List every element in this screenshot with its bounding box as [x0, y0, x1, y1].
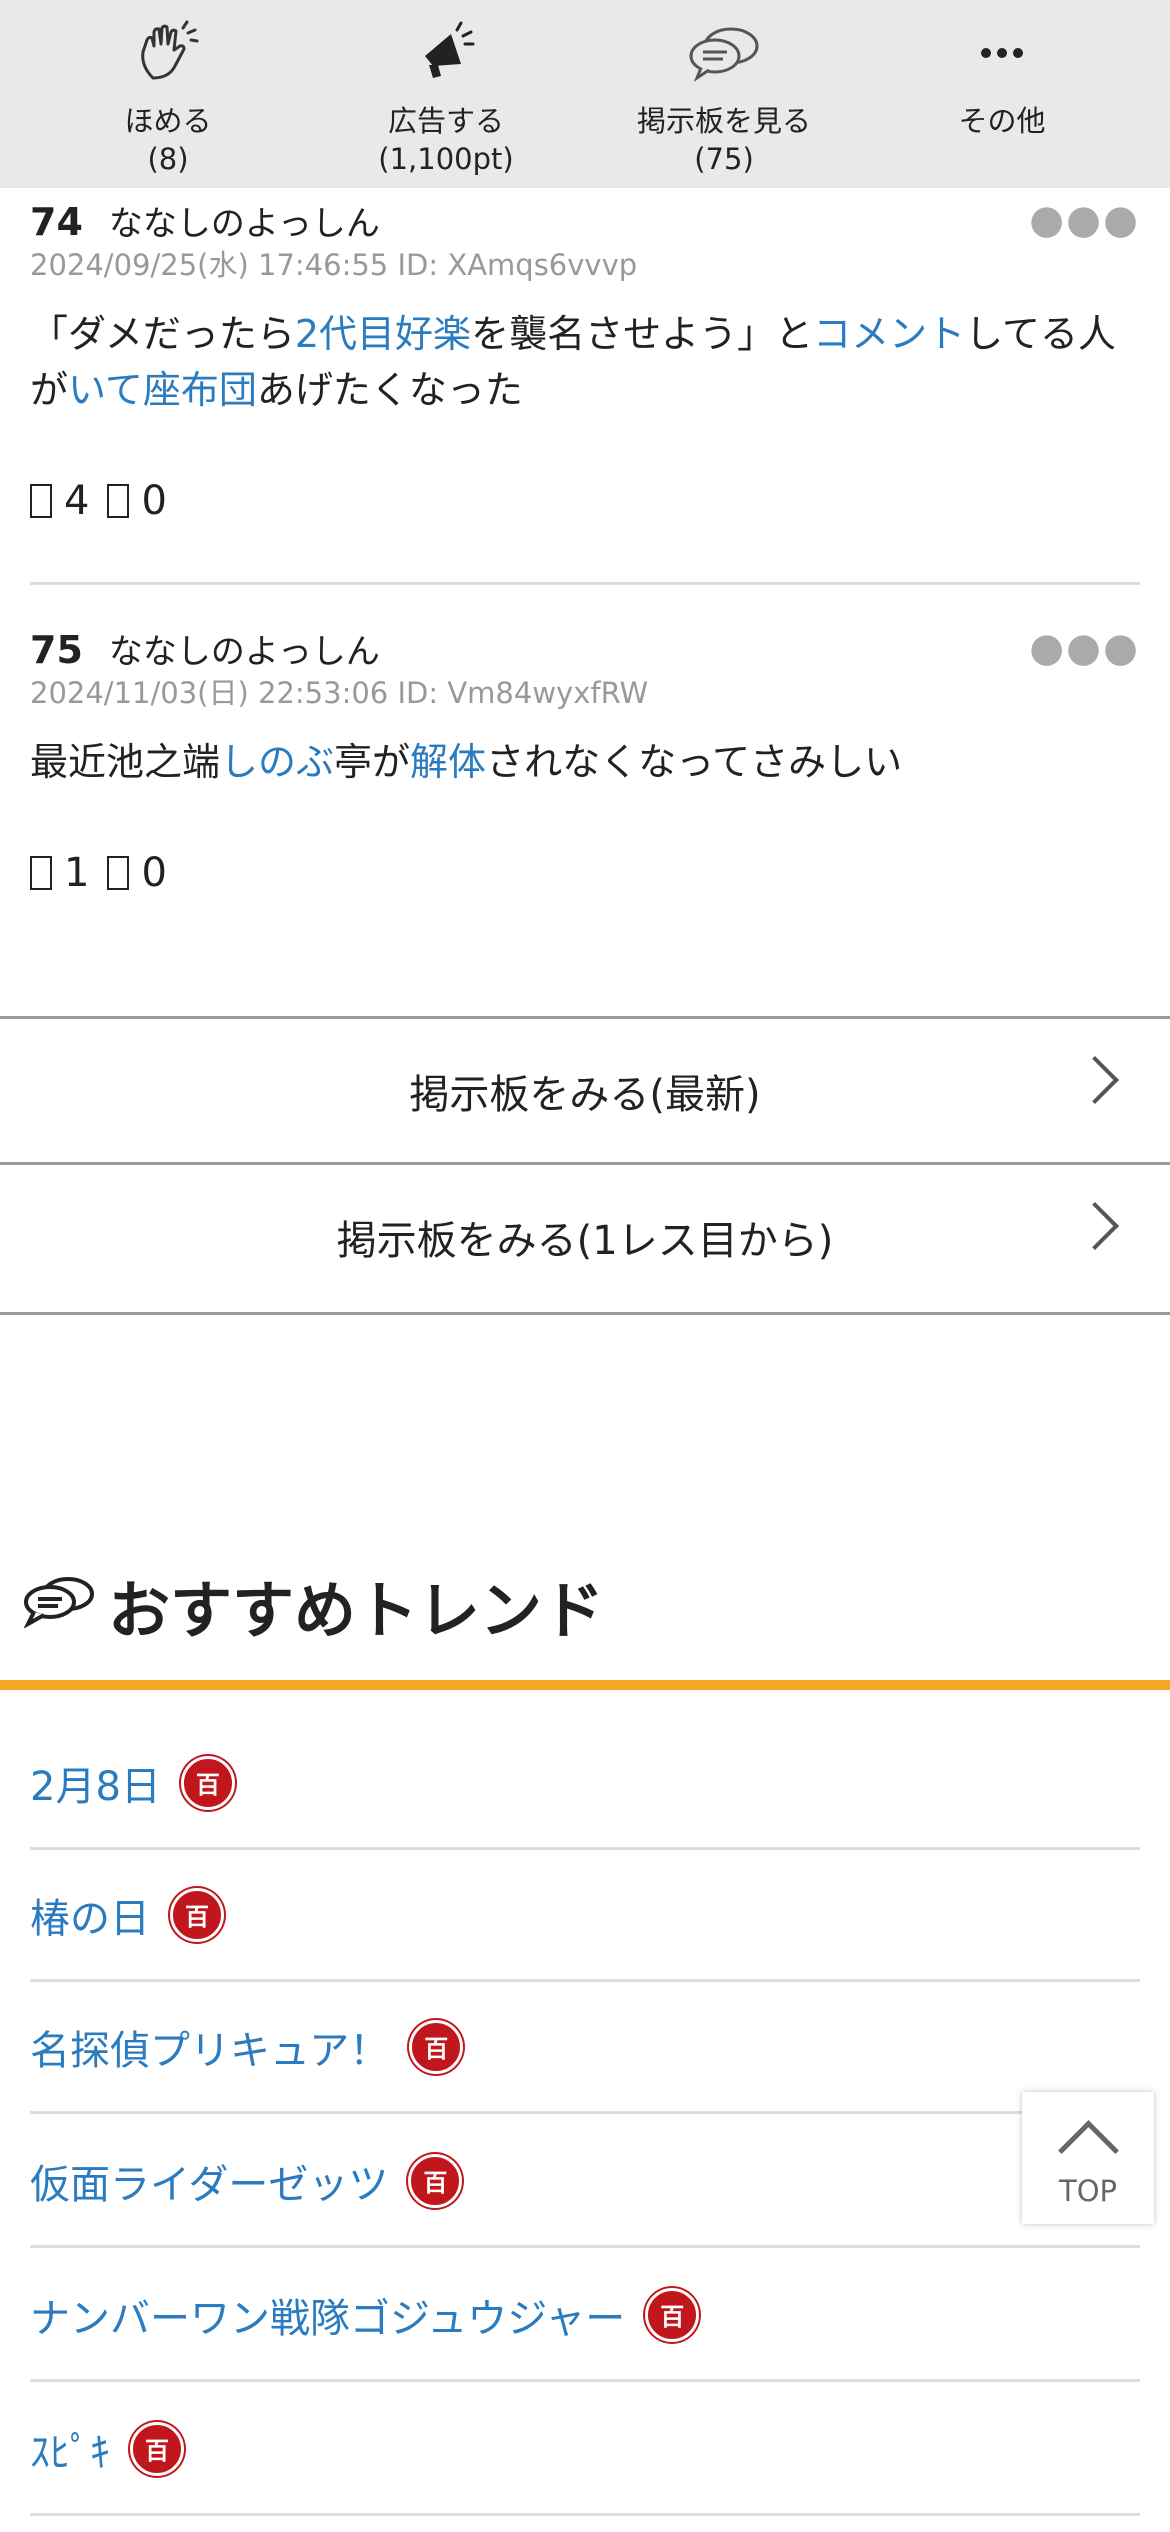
- chevron-right-icon: [1070, 1055, 1120, 1105]
- post-text: を襲名させよう」と: [471, 312, 814, 356]
- good-vote[interactable]: 1: [30, 850, 89, 896]
- bad-vote[interactable]: 0: [107, 478, 167, 524]
- post-text: 亭が: [334, 740, 411, 784]
- good-count: 1: [64, 850, 90, 896]
- praise-label: ほめる: [124, 104, 212, 138]
- trend-item[interactable]: ナンバーワン戦隊ゴジュウジャー百: [30, 2250, 1140, 2382]
- more-button[interactable]: その他: [892, 18, 1112, 140]
- clap-icon: [58, 18, 278, 88]
- advertise-count: (1,100pt): [378, 142, 514, 176]
- post-meta: 2024/09/25(水) 17:46:55 ID: XAmqs6vvvp: [30, 248, 638, 282]
- post-number: 75: [30, 628, 83, 672]
- view-board-first-button[interactable]: 掲示板をみる(1レス目から): [0, 1162, 1170, 1308]
- trend-item[interactable]: 仮面ライダーゼッツ百: [30, 2116, 1140, 2248]
- trend-item[interactable]: ｽﾋﾟｷ 百: [30, 2384, 1140, 2516]
- trend-label: 名探偵プリキュア！: [30, 2027, 390, 2074]
- trend-item[interactable]: 椿の日百: [30, 1850, 1140, 1982]
- divider: [0, 1312, 1170, 1315]
- post-number: 74: [30, 200, 83, 244]
- back-to-top-button[interactable]: TOP: [1022, 2092, 1154, 2224]
- chevron-right-icon: [1070, 1201, 1120, 1251]
- encyclopedia-link[interactable]: 解体: [410, 740, 486, 784]
- good-vote[interactable]: 4: [30, 478, 89, 524]
- post-author[interactable]: ななしのよっしん: [109, 624, 380, 673]
- chevron-up-icon: [1057, 2119, 1119, 2181]
- encyclopedia-link[interactable]: 座布団: [143, 368, 257, 412]
- post-menu-icon[interactable]: ●●●: [1029, 200, 1140, 240]
- post-header: 74 ななしのよっしん: [30, 196, 1140, 244]
- encyclopedia-link[interactable]: いて: [68, 368, 143, 412]
- post-menu-icon[interactable]: ●●●: [1029, 628, 1140, 668]
- comment-post: 74 ななしのよっしん ●●● 2024/09/25(水) 17:46:55 I…: [30, 196, 1140, 524]
- good-count: 4: [64, 478, 90, 524]
- view-board-button[interactable]: 掲示板を見る (75): [614, 18, 834, 178]
- bad-vote[interactable]: 0: [107, 850, 167, 896]
- divider: [30, 582, 1140, 585]
- chat-bubbles-icon: [20, 1568, 96, 1643]
- encyclopedia-badge-icon: 百: [409, 2019, 464, 2074]
- post-votes: 1 0: [30, 850, 1140, 896]
- post-votes: 4 0: [30, 478, 1140, 524]
- encyclopedia-link[interactable]: しのぶ: [220, 740, 334, 784]
- praise-count: (8): [147, 142, 189, 176]
- thumbs-up-icon: [30, 484, 52, 518]
- action-bar: ほめる (8) 広告する (1,100pt) 掲示板を見る (75) その他: [0, 0, 1170, 188]
- view-board-label: 掲示板を見る: [636, 104, 811, 138]
- encyclopedia-badge-icon: 百: [645, 2287, 700, 2342]
- trend-label: ｽﾋﾟｷ: [30, 2429, 110, 2476]
- megaphone-icon: [336, 18, 556, 88]
- advertise-label: 広告する: [387, 104, 504, 138]
- advertise-button[interactable]: 広告する (1,100pt): [336, 18, 556, 178]
- trends-title: おすすめトレンド: [108, 1574, 605, 1647]
- encyclopedia-badge-icon: 百: [180, 1755, 235, 1810]
- accent-bar: [0, 1680, 1170, 1690]
- trend-item[interactable]: 名探偵プリキュア！ 百: [30, 1982, 1140, 2114]
- trend-label: ナンバーワン戦隊ゴジュウジャー: [30, 2295, 626, 2342]
- view-board-first-label: 掲示板をみる(1レス目から): [336, 1217, 834, 1264]
- more-label: その他: [958, 104, 1046, 138]
- thumbs-down-icon: [107, 856, 130, 890]
- encyclopedia-badge-icon: 百: [408, 2153, 463, 2208]
- encyclopedia-badge-icon: 百: [170, 1887, 224, 1942]
- thumbs-up-icon: [30, 856, 52, 890]
- encyclopedia-link[interactable]: コメント: [813, 312, 965, 356]
- trends-heading: おすすめトレンド: [20, 1560, 604, 1650]
- view-board-latest-button[interactable]: 掲示板をみる(最新): [0, 1016, 1170, 1162]
- post-text: あげたくなった: [256, 368, 523, 412]
- post-header: 75 ななしのよっしん: [30, 624, 1140, 672]
- chat-bubbles-icon: [614, 18, 834, 88]
- post-text: されなくなってさみしい: [486, 740, 903, 784]
- trend-item[interactable]: 2月8日百: [30, 1718, 1140, 1850]
- post-meta: 2024/11/03(日) 22:53:06 ID: Vm84wyxfRW: [30, 676, 649, 710]
- bad-count: 0: [141, 478, 167, 524]
- encyclopedia-link[interactable]: 2代目好楽: [295, 312, 471, 356]
- comment-post: 75 ななしのよっしん ●●● 2024/11/03(日) 22:53:06 I…: [30, 624, 1140, 896]
- bad-count: 0: [141, 850, 167, 896]
- praise-button[interactable]: ほめる (8): [58, 18, 278, 178]
- post-body: 「ダメだったら2代目好楽を襲名させよう」とコメントしてる人がいて座布団あげたくな…: [30, 306, 1140, 418]
- post-body: 最近池之端しのぶ亭が解体されなくなってさみしい: [30, 734, 1140, 790]
- trend-label: 椿の日: [30, 1895, 150, 1942]
- thumbs-down-icon: [107, 484, 130, 518]
- post-text: 最近池之端: [30, 740, 221, 784]
- trend-label: 仮面ライダーゼッツ: [30, 2161, 389, 2208]
- view-board-latest-label: 掲示板をみる(最新): [409, 1071, 761, 1118]
- post-text: 「ダメだったら: [30, 312, 295, 356]
- view-board-count: (75): [694, 142, 754, 176]
- encyclopedia-badge-icon: 百: [130, 2421, 184, 2476]
- more-dots-icon: [892, 18, 1112, 88]
- trend-label: 2月8日: [30, 1763, 161, 1810]
- post-author[interactable]: ななしのよっしん: [109, 196, 380, 245]
